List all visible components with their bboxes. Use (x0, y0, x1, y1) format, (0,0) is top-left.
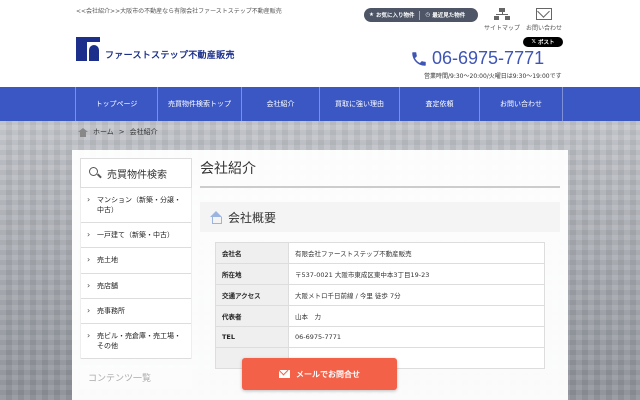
contact-link[interactable]: お問い合わせ (526, 8, 562, 32)
breadcrumb-separator: > (118, 128, 125, 136)
x-post-button[interactable]: 𝕏 ポスト (523, 37, 563, 47)
star-icon: ★ (369, 12, 374, 18)
row-key: 交通アクセス (215, 284, 289, 306)
mail-contact-label: メールでお問合せ (296, 369, 360, 379)
row-value: 山本 力 (288, 305, 545, 327)
favorites-bar: ★ お気に入り物件 ◷ 最近見た物件 (364, 8, 478, 22)
site-header: <<会社紹介>>大阪市の不動産なら有限会社ファーストステップ不動産販売 ファース… (0, 0, 640, 87)
home-icon (78, 127, 88, 137)
logo-mark-icon (76, 37, 102, 61)
recent-label: 最近見た物件 (432, 13, 466, 19)
site-logo[interactable]: ファーストステップ不動産販売 (76, 37, 235, 61)
row-key: 会社名 (215, 242, 289, 264)
nav-item-reasons[interactable]: 買取に強い理由 (319, 87, 399, 121)
section-title: 会社概要 (228, 210, 277, 225)
row-value: 06-6975-7771 (288, 326, 545, 348)
row-key: 代表者 (215, 305, 289, 327)
table-row: TEL 06-6975-7771 (215, 326, 545, 348)
sidebar-list: マンション（新築・分譲・中古） 一戸建て（新築・中古） 売土地 売店舗 売事務所… (80, 188, 192, 360)
clock-icon: ◷ (425, 12, 431, 18)
table-row: 交通アクセス 大阪メトロ千日前線 / 今里 徒歩 7分 (215, 284, 545, 306)
mail-contact-button[interactable]: メールでお問合せ (242, 358, 397, 390)
x-logo-icon: 𝕏 (531, 39, 536, 45)
row-key: 所在地 (215, 263, 289, 285)
mail-icon (536, 8, 552, 20)
phone-text: 06-6975-7771 (432, 48, 545, 68)
phone-number[interactable]: 06-6975-7771 (410, 48, 544, 69)
page-title: 会社紹介 (200, 158, 560, 188)
main-content: 会社紹介 会社概要 会社名 有限会社ファーストステップ不動産販売 所在地 〒53… (200, 158, 560, 369)
nav-item-company[interactable]: 会社紹介 (241, 87, 319, 121)
row-value: 〒537-0021 大阪市東成区東中本3丁目19-23 (288, 263, 545, 285)
sitemap-link[interactable]: サイトマップ (484, 8, 520, 32)
x-post-label: ポスト (537, 40, 555, 46)
nav-item-appraisal[interactable]: 査定依頼 (399, 87, 479, 121)
row-value: 大阪メトロ千日前線 / 今里 徒歩 7分 (288, 284, 545, 306)
sitemap-label: サイトマップ (484, 25, 521, 32)
business-hours: 営業時間/9:30～20:00/火曜日は9:30～19:00です (424, 73, 562, 80)
sidebar-contents-title: コンテンツ一覧 (80, 365, 192, 390)
envelope-icon (279, 370, 290, 378)
sidebar-title: 売買物件検索 (107, 169, 167, 181)
breadcrumb-current: 会社紹介 (129, 128, 158, 136)
site-tagline: <<会社紹介>>大阪市の不動産なら有限会社ファーストステップ不動産販売 (76, 8, 282, 15)
phone-icon (412, 51, 426, 66)
logo-text: ファーストステップ不動産販売 (105, 50, 235, 61)
company-info-table: 会社名 有限会社ファーストステップ不動産販売 所在地 〒537-0021 大阪市… (215, 242, 545, 369)
recent-button[interactable]: ◷ 最近見た物件 (420, 11, 470, 19)
contact-label: お問い合わせ (526, 25, 563, 32)
sitemap-icon (494, 8, 510, 21)
breadcrumb: ホーム > 会社紹介 (78, 127, 158, 137)
nav-item-top[interactable]: トップページ (75, 87, 157, 121)
row-value: 有限会社ファーストステップ不動産販売 (288, 242, 545, 264)
nav-item-contact[interactable]: お問い合わせ (479, 87, 563, 121)
sidebar-item-building[interactable]: 売ビル・売倉庫・売工場・その他 (81, 324, 191, 360)
sidebar-item-mansion[interactable]: マンション（新築・分譲・中古） (81, 188, 191, 224)
sidebar-item-house[interactable]: 一戸建て（新築・中古） (81, 223, 191, 249)
row-key: TEL (215, 326, 289, 348)
sidebar-header: 売買物件検索 (80, 158, 192, 188)
house-outline-icon (210, 211, 222, 224)
table-row: 代表者 山本 力 (215, 305, 545, 327)
sidebar-item-office[interactable]: 売事務所 (81, 299, 191, 324)
sidebar-item-land[interactable]: 売土地 (81, 248, 191, 274)
table-row: 所在地 〒537-0021 大阪市東成区東中本3丁目19-23 (215, 263, 545, 285)
breadcrumb-home[interactable]: ホーム (93, 127, 114, 137)
favorites-button[interactable]: ★ お気に入り物件 (364, 11, 419, 19)
sidebar-item-store[interactable]: 売店舗 (81, 274, 191, 299)
favorites-label: お気に入り物件 (375, 13, 415, 19)
section-header: 会社概要 (200, 202, 560, 232)
nav-item-search[interactable]: 売買物件検索トップ (157, 87, 241, 121)
table-row: 会社名 有限会社ファーストステップ不動産販売 (215, 242, 545, 264)
search-icon (89, 167, 101, 179)
main-nav: トップページ 売買物件検索トップ 会社紹介 買取に強い理由 査定依頼 お問い合わ… (0, 87, 640, 121)
sidebar: 売買物件検索 マンション（新築・分譲・中古） 一戸建て（新築・中古） 売土地 売… (80, 158, 192, 390)
